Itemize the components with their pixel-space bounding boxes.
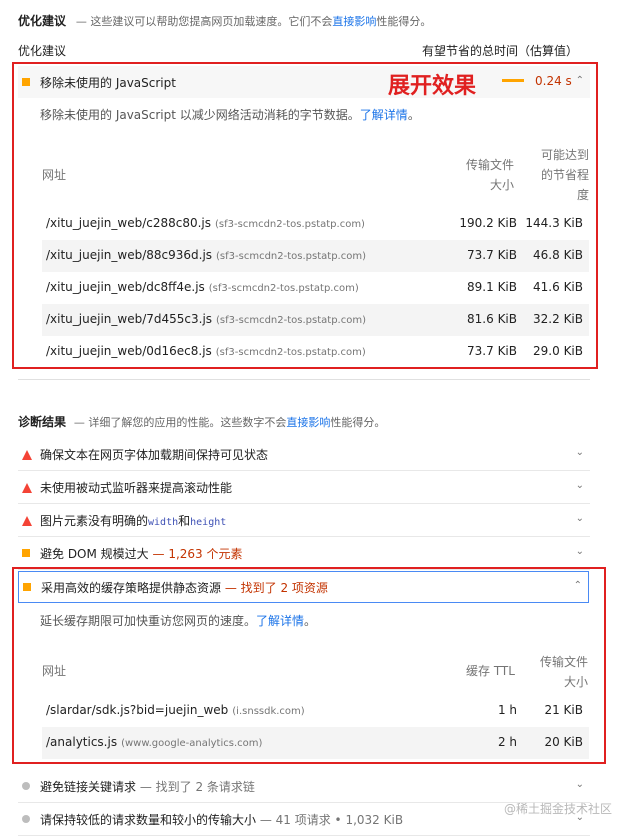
audit-font-display[interactable]: 确保文本在网页字体加载期间保持可见状态 ⌄ bbox=[18, 438, 590, 471]
audit-title: 未使用被动式监听器来提高滚动性能 bbox=[40, 481, 233, 495]
opportunities-header: 优化建议 — 这些建议可以帮助您提高网页加载速度。它们不会直接影响性能得分。 bbox=[18, 12, 431, 29]
opportunities-desc-post: 性能得分。 bbox=[376, 15, 432, 28]
audit-title: 确保文本在网页字体加载期间保持可见状态 bbox=[40, 448, 269, 462]
fail-triangle-icon bbox=[22, 516, 32, 526]
opportunity-column-header: 优化建议 bbox=[18, 44, 67, 58]
audit-title-pre: 图片元素没有明确的 bbox=[40, 514, 149, 528]
audit-title: 图片元素没有明确的width和height bbox=[40, 512, 226, 529]
diagnostics-desc-pre: — 详细了解您的应用的性能。这些数字不会 bbox=[73, 416, 287, 429]
audit-display-value: — 1,263 个元素 bbox=[152, 547, 243, 561]
diagnostics-desc-post: 性能得分。 bbox=[330, 416, 386, 429]
direct-impact-link[interactable]: 直接影响 bbox=[286, 416, 330, 429]
audit-title: 请保持较低的请求数量和较小的传输大小 — 41 项请求 • 1,032 KiB bbox=[40, 811, 403, 828]
direct-impact-link[interactable]: 直接影响 bbox=[332, 15, 376, 28]
audit-title-text: 避免 DOM 规模过大 bbox=[40, 547, 149, 561]
audit-unsized-images[interactable]: 图片元素没有明确的width和height ⌄ bbox=[18, 504, 590, 537]
info-circle-icon bbox=[22, 815, 30, 823]
diagnostics-title: 诊断结果 bbox=[18, 415, 67, 429]
audit-title: 避免链接关键请求 — 找到了 2 条请求链 bbox=[40, 778, 255, 795]
watermark: @稀土掘金技术社区 bbox=[504, 802, 613, 816]
opportunities-desc-pre: — 这些建议可以帮助您提高网页加载速度。它们不会 bbox=[75, 15, 333, 28]
chevron-down-icon[interactable]: ⌄ bbox=[576, 546, 584, 557]
opportunities-title: 优化建议 bbox=[18, 14, 67, 28]
chevron-down-icon[interactable]: ⌄ bbox=[576, 513, 584, 524]
chevron-down-icon[interactable]: ⌄ bbox=[576, 779, 584, 790]
audit-title: 避免 DOM 规模过大 — 1,263 个元素 bbox=[40, 545, 242, 562]
audit-passive-listeners[interactable]: 未使用被动式监听器来提高滚动性能 ⌄ bbox=[18, 471, 590, 504]
audit-critical-request-chains[interactable]: 避免链接关键请求 — 找到了 2 条请求链 ⌄ bbox=[18, 770, 590, 803]
info-circle-icon bbox=[22, 782, 30, 790]
audit-display-value: — 找到了 2 条请求链 bbox=[139, 780, 255, 794]
audit-display-value: — 41 项请求 • 1,032 KiB bbox=[259, 813, 404, 827]
fail-triangle-icon bbox=[22, 450, 32, 460]
divider bbox=[18, 379, 590, 380]
audit-title-text: 请保持较低的请求数量和较小的传输大小 bbox=[40, 813, 257, 827]
code-width: width bbox=[148, 517, 179, 528]
audit-dom-size[interactable]: 避免 DOM 规模过大 — 1,263 个元素 ⌄ bbox=[18, 537, 590, 570]
savings-column-header: 有望节省的总时间（估算值） bbox=[422, 44, 579, 58]
audit-title-mid: 和 bbox=[178, 514, 191, 528]
annotation-red-box bbox=[12, 62, 598, 369]
fail-triangle-icon bbox=[22, 483, 32, 493]
audit-title-text: 避免链接关键请求 bbox=[40, 780, 137, 794]
chevron-down-icon[interactable]: ⌄ bbox=[576, 480, 584, 491]
annotation-red-box bbox=[12, 567, 606, 764]
warning-square-icon bbox=[22, 549, 30, 557]
diagnostics-desc: — 详细了解您的应用的性能。这些数字不会直接影响性能得分。 bbox=[74, 416, 386, 429]
code-height: height bbox=[190, 517, 227, 528]
chevron-down-icon[interactable]: ⌄ bbox=[576, 447, 584, 458]
opportunities-desc: — 这些建议可以帮助您提高网页加载速度。它们不会直接影响性能得分。 bbox=[76, 15, 432, 28]
diagnostics-header: 诊断结果 — 详细了解您的应用的性能。这些数字不会直接影响性能得分。 bbox=[18, 413, 385, 430]
